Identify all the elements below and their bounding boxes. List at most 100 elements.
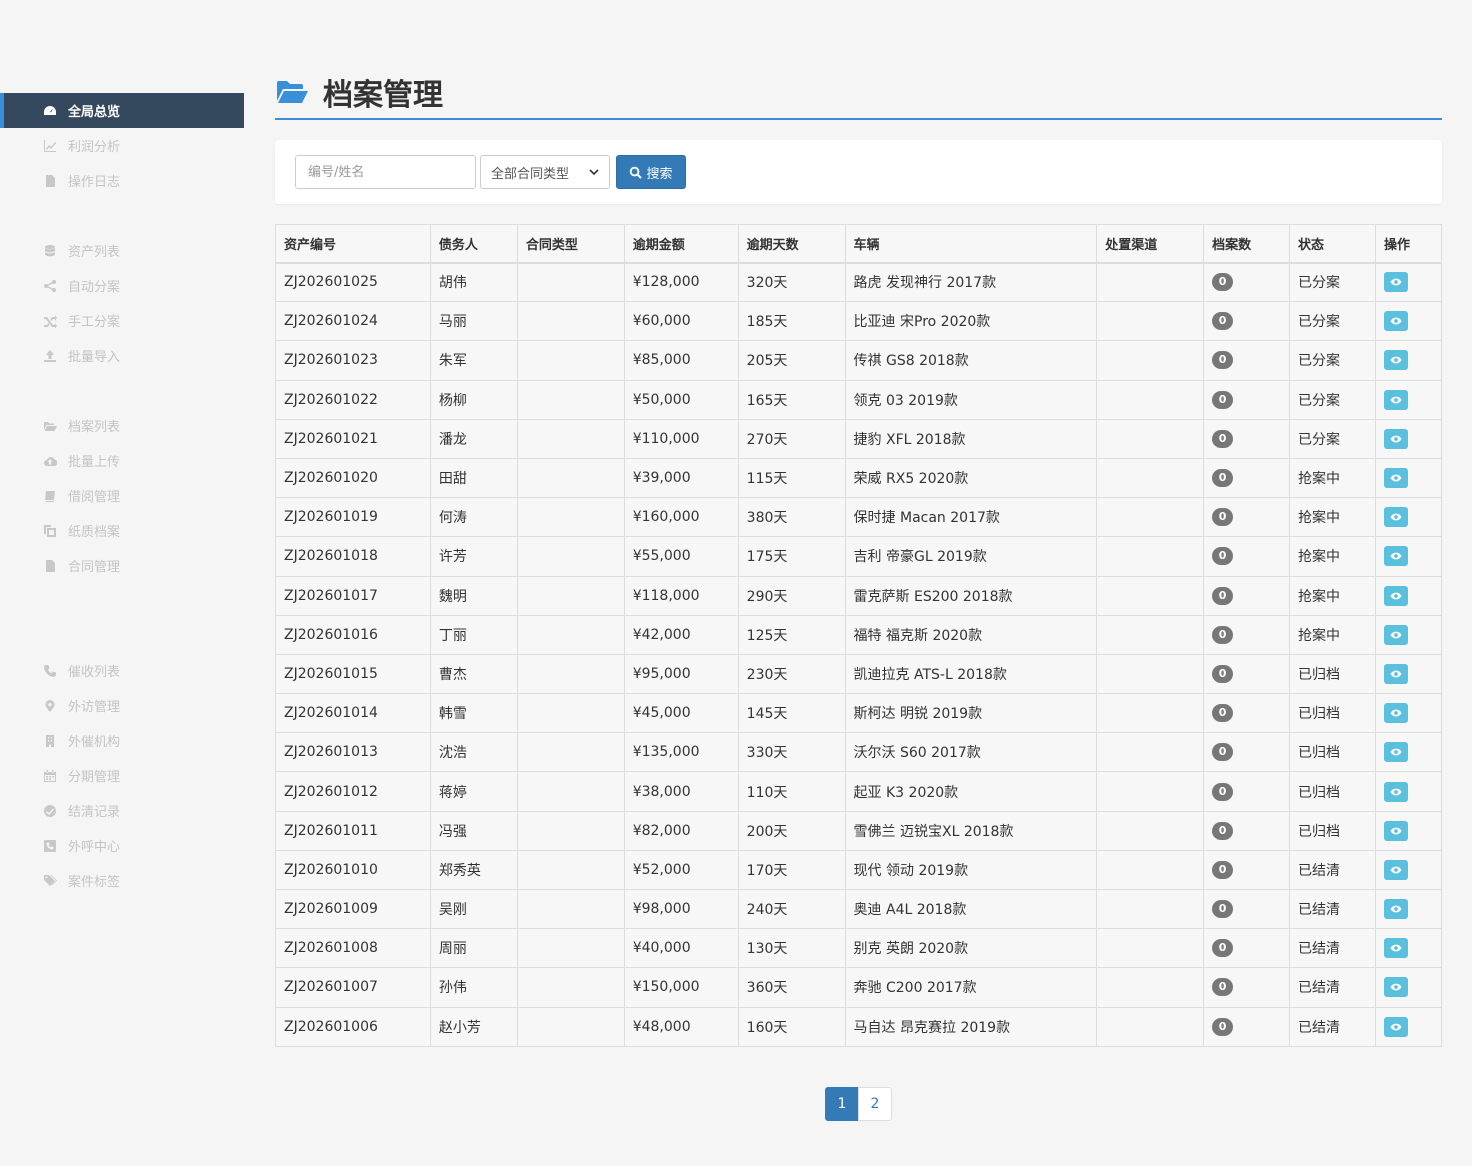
cell-actions: [1374, 810, 1443, 851]
cell-vehicle: 吉利 帝豪GL 2019款: [844, 536, 1098, 577]
cell-status: 已分案: [1289, 379, 1376, 420]
sidebar-item-label: 批量上传: [68, 455, 121, 470]
sidebar-item-1-0[interactable]: 资产列表: [0, 233, 244, 268]
view-button[interactable]: [1383, 820, 1408, 841]
sidebar-item-1-2[interactable]: 手工分案: [0, 303, 244, 338]
sidebar-item-3-5[interactable]: 外呼中心: [0, 828, 244, 863]
files-count-badge: 0: [1212, 351, 1234, 370]
column-header[interactable]: 操作: [1374, 224, 1443, 264]
cell-id: ZJ202601008: [275, 928, 431, 969]
sidebar-item-label: 资产列表: [68, 245, 121, 260]
sidebar-item-1-1[interactable]: 自动分案: [0, 268, 244, 303]
page-button[interactable]: 2: [858, 1087, 892, 1121]
view-button[interactable]: [1383, 546, 1408, 567]
sidebar-item-3-4[interactable]: 结清记录: [0, 793, 244, 828]
sidebar-group: 资产列表自动分案 手工分案 批量导入: [0, 233, 244, 373]
view-button[interactable]: [1383, 428, 1408, 449]
column-header[interactable]: 逾期金额: [623, 224, 739, 264]
view-button[interactable]: [1383, 468, 1408, 489]
cell-vehicle: 斯柯达 明锐 2019款: [844, 693, 1098, 734]
sidebar-item-label: 借阅管理: [68, 490, 121, 505]
column-header[interactable]: 车辆: [844, 224, 1098, 264]
sidebar-item-3-6[interactable]: 案件标签: [0, 863, 244, 898]
files-count-badge: 0: [1212, 743, 1234, 762]
sidebar-item-3-0[interactable]: 催收列表: [0, 653, 244, 688]
eye-icon: [1390, 788, 1402, 795]
cell-contract: [516, 340, 625, 381]
cell-contract: [516, 575, 625, 616]
view-button[interactable]: [1383, 663, 1408, 684]
cell-vehicle: 荣威 RX5 2020款: [844, 457, 1098, 499]
cell-status: 已结清: [1289, 967, 1376, 1008]
cell-status: 已归档: [1289, 810, 1376, 851]
column-header[interactable]: 资产编号: [275, 224, 431, 264]
sidebar-item-3-2[interactable]: 外催机构: [0, 723, 244, 758]
cell-id: ZJ202601017: [275, 575, 431, 616]
files-count-badge: 0: [1212, 978, 1234, 997]
files-count-badge: 0: [1212, 1017, 1234, 1036]
cell-status: 抢案中: [1289, 497, 1376, 538]
eye-icon: [1390, 474, 1402, 482]
view-button[interactable]: [1383, 507, 1408, 528]
view-button[interactable]: [1383, 1016, 1408, 1037]
view-button[interactable]: [1383, 624, 1408, 645]
cell-debtor: 马丽: [429, 301, 518, 342]
cell-contract: [516, 457, 625, 499]
cell-status: 抢案中: [1289, 536, 1376, 577]
cell-files: 0: [1203, 614, 1291, 655]
view-button[interactable]: [1383, 389, 1408, 410]
cell-amount: ¥39,000: [623, 457, 739, 499]
column-header[interactable]: 处置渠道: [1096, 224, 1205, 264]
sidebar-group: 档案列表批量上传借阅管理纸质档案 合同管理: [0, 408, 244, 583]
eye-icon: [1390, 592, 1402, 600]
phone-square-icon: [42, 839, 58, 853]
column-header[interactable]: 状态: [1289, 224, 1376, 264]
view-button[interactable]: [1383, 859, 1408, 880]
sidebar-item-2-3[interactable]: 纸质档案: [0, 513, 244, 548]
cell-vehicle: 别克 英朗 2020款: [844, 928, 1098, 969]
cell-days: 330天: [737, 732, 846, 773]
contract-type-select[interactable]: 全部合同类型: [480, 155, 610, 189]
cell-vehicle: 路虎 发现神行 2017款: [844, 261, 1098, 303]
search-input[interactable]: [295, 155, 476, 189]
cell-channel: [1096, 732, 1205, 773]
sidebar-item-2-1[interactable]: 批量上传: [0, 443, 244, 478]
column-header[interactable]: 档案数: [1203, 224, 1291, 264]
search-button[interactable]: 搜索: [616, 155, 686, 189]
sidebar-item-1-3[interactable]: 批量导入: [0, 338, 244, 373]
column-header[interactable]: 合同类型: [516, 224, 625, 264]
files-count-badge: 0: [1212, 273, 1234, 292]
view-button[interactable]: [1383, 938, 1408, 959]
sidebar-group: 催收列表 外访管理 外催机构 分期管理 结清记录 外呼中心 案件标签: [0, 653, 244, 898]
column-header[interactable]: 逾期天数: [737, 224, 846, 264]
sidebar-item-2-2[interactable]: 借阅管理: [0, 478, 244, 513]
cell-days: 125天: [737, 614, 846, 655]
column-header[interactable]: 债务人: [429, 224, 518, 264]
view-button[interactable]: [1383, 585, 1408, 606]
view-button[interactable]: [1383, 272, 1408, 293]
sidebar-item-2-4[interactable]: 合同管理: [0, 548, 244, 583]
view-button[interactable]: [1383, 703, 1408, 724]
cell-actions: [1374, 732, 1443, 773]
eye-icon: [1390, 670, 1402, 678]
cell-contract: [516, 928, 625, 969]
files-count-badge: 0: [1212, 704, 1234, 723]
view-button[interactable]: [1383, 350, 1408, 371]
cloud-upload-icon: [42, 454, 58, 468]
eye-icon: [1390, 984, 1402, 991]
cell-amount: ¥42,000: [623, 614, 739, 655]
cell-debtor: 田甜: [429, 457, 518, 499]
view-button[interactable]: [1383, 742, 1408, 763]
view-button[interactable]: [1383, 977, 1408, 998]
cell-channel: [1096, 928, 1205, 969]
sidebar-item-3-1[interactable]: 外访管理: [0, 688, 244, 723]
sidebar-item-2-0[interactable]: 档案列表: [0, 408, 244, 443]
sidebar-item-0-2[interactable]: 操作日志: [0, 163, 244, 198]
page-button[interactable]: 1: [825, 1087, 859, 1121]
view-button[interactable]: [1383, 311, 1408, 332]
view-button[interactable]: [1383, 899, 1408, 920]
sidebar-item-3-3[interactable]: 分期管理: [0, 758, 244, 793]
view-button[interactable]: [1383, 781, 1408, 802]
sidebar-item-0-0[interactable]: 全局总览: [0, 93, 244, 128]
sidebar-item-0-1[interactable]: 利润分析: [0, 128, 244, 163]
